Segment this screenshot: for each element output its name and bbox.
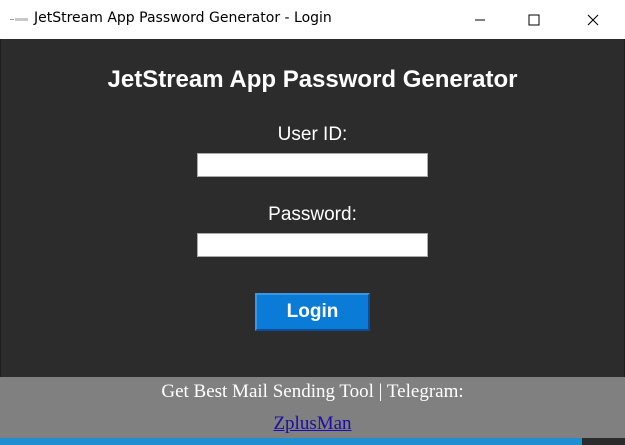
telegram-link[interactable]: ZplusMan [273,413,351,434]
taskbar-strip-edge [582,438,625,445]
maximize-icon [528,14,540,26]
maximize-button[interactable] [511,0,557,39]
minimize-button[interactable] [457,0,503,39]
close-icon [587,14,599,26]
close-button[interactable] [570,0,616,39]
password-input[interactable] [197,233,428,257]
minimize-icon [475,19,485,21]
window-title: JetStream App Password Generator - Login [34,10,332,26]
password-label: Password: [268,204,357,225]
app-icon [10,18,28,21]
promo-footer: Get Best Mail Sending Tool | Telegram: Z… [0,377,625,438]
telegram-link-container: ZplusMan [0,413,625,435]
user-id-label: User ID: [277,124,348,145]
login-panel: JetStream App Password Generator User ID… [0,39,625,377]
login-button[interactable]: Login [255,293,370,331]
taskbar-strip [0,438,625,445]
app-window: JetStream App Password Generator - Login… [0,0,625,445]
title-bar[interactable]: JetStream App Password Generator - Login [0,0,625,39]
promo-text: Get Best Mail Sending Tool | Telegram: [161,381,464,402]
page-title: JetStream App Password Generator [107,66,518,93]
user-id-input[interactable] [197,153,428,177]
